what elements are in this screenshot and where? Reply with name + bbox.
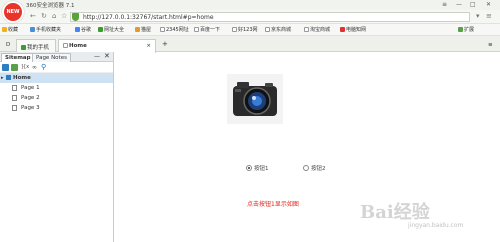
- browser-logo[interactable]: NEW: [2, 1, 24, 23]
- tab-home[interactable]: Home ×: [58, 39, 156, 53]
- link-icon[interactable]: ∞: [32, 64, 39, 71]
- sitemap-toolbar: }[x ∞ ⚲: [0, 62, 113, 73]
- tab-bar: D 我的手机 Home × + ≡: [0, 36, 500, 53]
- browser-title-bar: 360安全浏览器 7.1 ≡ — □ ✕: [0, 0, 500, 10]
- watermark-logo: Bai经验: [360, 202, 430, 223]
- navigation-bar: ← ↻ ⌂ ☆ http://127.0.0.1:32767/start.htm…: [0, 10, 500, 24]
- radio-circle-checked[interactable]: [246, 165, 252, 171]
- highlight-icon[interactable]: [11, 64, 18, 71]
- close-icon[interactable]: ✕: [486, 1, 491, 8]
- address-bar[interactable]: http://127.0.0.1:32767/start.html#p=home: [70, 12, 470, 22]
- tab-d[interactable]: D: [2, 39, 14, 52]
- radio-button-2[interactable]: 按钮2: [303, 164, 326, 172]
- page-icon: [63, 43, 68, 48]
- dropdown-icon[interactable]: ▾: [476, 12, 480, 20]
- page-icon: [232, 27, 237, 32]
- expand-icon[interactable]: ▸: [1, 73, 4, 83]
- page-icon: [12, 85, 17, 91]
- tab-my-phone[interactable]: 我的手机: [16, 39, 56, 52]
- sitemap-panel: Sitemap Page Notes — ✕ }[x ∞ ⚲ ▸ Home Pa…: [0, 52, 114, 242]
- watermark-url: jingyan.baidu.com: [408, 222, 464, 229]
- bookmarks-bar: 收藏 手机收藏夹 谷歌 网址大全 猫屋 2345网址 百度一下 好123网 京东…: [0, 24, 500, 36]
- tree-node-label: Page 1: [21, 85, 40, 91]
- hint-text: 点击按钮1显示如图: [247, 201, 299, 208]
- new-tab-button[interactable]: +: [158, 39, 170, 52]
- extensions-button[interactable]: 扩展: [458, 26, 474, 33]
- sitemap-panel-header: Sitemap Page Notes — ✕: [0, 52, 113, 62]
- search-icon[interactable]: ⚲: [41, 63, 48, 71]
- bookmark-maowu[interactable]: 猫屋: [135, 26, 151, 33]
- bookmark-baidu[interactable]: 百度一下: [194, 26, 220, 33]
- star-icon: [2, 27, 7, 32]
- tree-node-label: Page 3: [21, 105, 40, 111]
- search-engine-icon[interactable]: ≡: [486, 12, 492, 20]
- radio-button-1[interactable]: 按钮1: [246, 164, 269, 172]
- folder-icon: [135, 27, 140, 32]
- radio-circle[interactable]: [303, 165, 309, 171]
- tree-node-page-2[interactable]: Page 2: [0, 93, 113, 103]
- tree-node-label: Page 2: [21, 95, 40, 101]
- tab-sitemap[interactable]: Sitemap: [1, 53, 35, 62]
- home-icon[interactable]: ⌂: [52, 12, 56, 20]
- tree-node-page-3[interactable]: Page 3: [0, 103, 113, 113]
- phone-icon: [21, 45, 26, 50]
- page-icon: [194, 27, 199, 32]
- bookmark-taobao[interactable]: 淘宝商城: [304, 26, 330, 33]
- bookmark-site-directory[interactable]: 网址大全: [98, 26, 124, 33]
- page-icon: [12, 105, 17, 111]
- globe-icon: [75, 27, 80, 32]
- prototype-canvas: 按钮1 按钮2 点击按钮1显示如图: [115, 52, 500, 242]
- back-icon[interactable]: ←: [30, 12, 36, 20]
- shield-icon: [72, 13, 79, 21]
- menu-icon[interactable]: ≡: [442, 1, 447, 8]
- bookmark-hao123[interactable]: 好123网: [232, 26, 258, 33]
- star-icon[interactable]: ☆: [61, 12, 67, 20]
- page-icon: [265, 27, 270, 32]
- app-title: 360安全浏览器 7.1: [26, 3, 75, 9]
- phone-icon: [30, 27, 35, 32]
- tree-node-page-1[interactable]: Page 1: [0, 83, 113, 93]
- puzzle-icon: [458, 27, 463, 32]
- home-page-icon: [6, 75, 11, 80]
- refresh-icon[interactable]: ↻: [41, 12, 47, 20]
- variables-icon[interactable]: }[x: [21, 64, 31, 71]
- browser-logo-text: NEW: [6, 9, 20, 15]
- tab-menu-icon[interactable]: ≡: [484, 39, 498, 52]
- tree-node-label: Home: [13, 75, 31, 81]
- tree-node-home[interactable]: ▸ Home: [0, 73, 113, 83]
- bookmark-computer[interactable]: 电脑知网: [340, 26, 366, 33]
- bookmark-2345[interactable]: 2345网址: [160, 26, 189, 33]
- maximize-icon[interactable]: □: [470, 1, 476, 8]
- bookmark-jd[interactable]: 京东商城: [265, 26, 291, 33]
- bookmark-mobile[interactable]: 手机收藏夹: [30, 26, 61, 33]
- bookmark-favorites[interactable]: 收藏: [2, 26, 18, 33]
- sitemap-tree: ▸ Home Page 1 Page 2 Page 3: [0, 73, 113, 113]
- page-icon: [304, 27, 309, 32]
- tab-page-notes[interactable]: Page Notes: [32, 53, 71, 62]
- globe-icon: [98, 27, 103, 32]
- minimize-panel-icon[interactable]: —: [94, 53, 100, 60]
- camera-image: [227, 74, 283, 124]
- bookmark-google[interactable]: 谷歌: [75, 26, 91, 33]
- close-panel-icon[interactable]: ✕: [104, 52, 110, 60]
- tab-close-icon[interactable]: ×: [146, 43, 151, 49]
- page-icon: [12, 95, 17, 101]
- page-icon: [340, 27, 345, 32]
- page-icon: [160, 27, 165, 32]
- collapse-icon[interactable]: [2, 64, 9, 71]
- minimize-icon[interactable]: —: [456, 1, 462, 8]
